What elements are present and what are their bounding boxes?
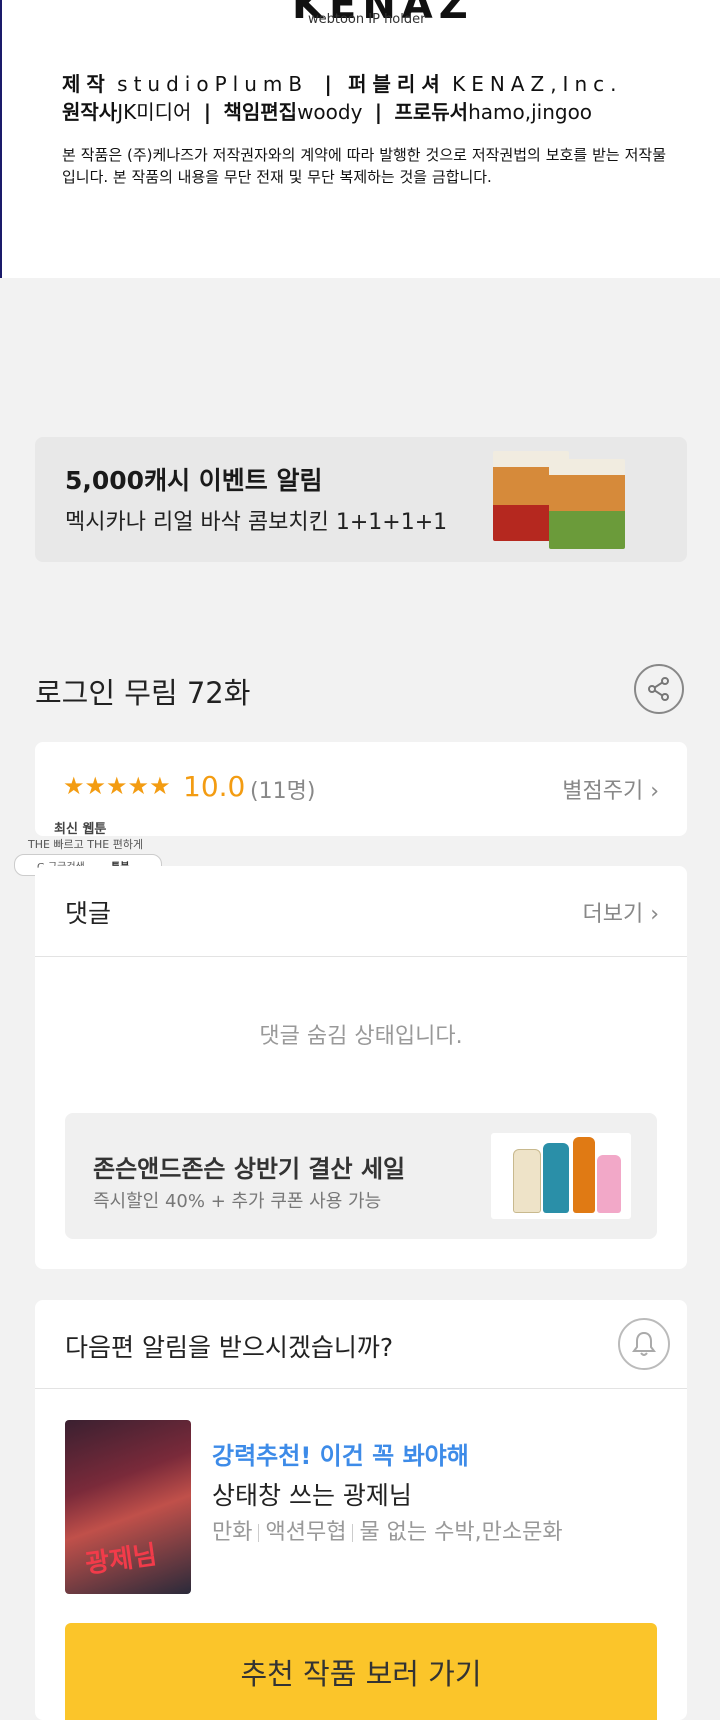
credits-line-2: 원작사JK미디어 | 책임편집woody | 프로듀서hamo,jingoo [62,96,592,125]
publisher-logo-subtitle: webtoon IP holder [308,12,426,27]
author-names: 물 없는 수박,만소문화 [359,1520,563,1545]
ad2-description: 즉시할인 40% + 추가 쿠폰 사용 가능 [93,1191,382,1212]
rating-count: (11명) [250,779,316,804]
genre-category: 만화 [212,1520,253,1545]
bottle-icon [513,1149,541,1213]
recommended-meta: 만화 액션무협 물 없는 수박,만소문화 [212,1514,563,1546]
recommendation-tag: 강력추천! 이건 꼭 봐야해 [212,1442,469,1470]
next-episode-card: 다음편 알림을 받으시겠습니까? 광제님 강력추천! 이건 꼭 봐야해 상태창 … [35,1300,687,1720]
comments-header: 댓글 [65,899,112,928]
bell-icon [632,1331,656,1356]
watermark-line-2: THE 빠르고 THE 편하게 [28,838,144,851]
producer-pd-label: 프로듀서 [394,100,469,124]
chicken-product-image [549,459,625,549]
original-label: 원작사 [62,100,118,124]
comments-more-link[interactable]: 더보기 › [582,896,659,928]
share-icon [648,677,669,701]
episode-title: 로그인 무림 72화 [35,676,251,710]
thumbnail-title: 광제님 [83,1540,159,1580]
jnj-sale-ad[interactable]: 존슨앤드존슨 상반기 결산 세일 즉시할인 40% + 추가 쿠폰 사용 가능 [65,1113,657,1239]
alert-toggle-button[interactable] [618,1318,670,1370]
copyright-notice: 본 작품은 (주)케나즈가 저작권자와의 계약에 따라 발행한 것으로 저작권법… [62,146,666,186]
event-ad-banner[interactable]: 5,000캐시 이벤트 알림 멕시카나 리얼 바삭 콤보치킨 1+1+1+1 [35,437,687,562]
producer-label: 제작 [62,72,111,96]
publisher-label: 퍼블리셔 [348,72,446,96]
producer-pd-value: hamo,jingoo [468,100,593,124]
ad-description: 멕시카나 리얼 바삭 콤보치킨 1+1+1+1 [65,510,448,535]
ad-title: 5,000캐시 이벤트 알림 [65,466,323,495]
next-alert-question: 다음편 알림을 받으시겠습니까? [65,1333,394,1362]
recommended-thumbnail[interactable]: 광제님 [65,1420,191,1594]
credits-separator: | [374,100,383,124]
comments-card: 댓글 더보기 › 댓글 숨김 상태입니다. 존슨앤드존슨 상반기 결산 세일 즉… [35,866,687,1269]
producer-value: studioPlumB [117,72,309,96]
ad2-title: 존슨앤드존슨 상반기 결산 세일 [93,1155,406,1183]
genre-tag: 액션무협 [265,1520,347,1545]
editor-value: woody [297,100,363,124]
bottle-icon [597,1155,621,1213]
rate-button[interactable]: 별점주기 › [562,773,659,805]
rating-score: 10.0 [183,770,246,803]
credits-line-1: 제작 studioPlumB | 퍼블리셔 KENAZ,Inc. [62,68,622,97]
watermark-line-1: 최신 웹툰 [54,822,107,837]
comments-divider [35,956,687,957]
comments-hidden-message: 댓글 숨김 상태입니다. [259,1024,463,1049]
credits-separator: | [324,72,332,96]
bottle-icon [543,1143,569,1213]
original-value: JK미디어 [117,100,192,124]
share-button[interactable] [634,664,684,714]
credits-separator: | [203,100,212,124]
product-bottles-image [491,1133,631,1219]
credits-panel: KENAZ webtoon IP holder 제작 studioPlumB |… [0,0,720,278]
editor-label: 책임편집 [223,100,298,124]
view-recommendations-button[interactable]: 추천 작품 보러 가기 [65,1623,657,1720]
bottle-icon [573,1137,595,1213]
rating-stars: ★★★★★ [63,772,171,800]
cta-label: 추천 작품 보러 가기 [240,1657,482,1691]
publisher-value: KENAZ,Inc. [452,72,623,96]
next-divider [35,1388,687,1389]
recommended-title[interactable]: 상태창 쓰는 광제님 [212,1476,412,1512]
